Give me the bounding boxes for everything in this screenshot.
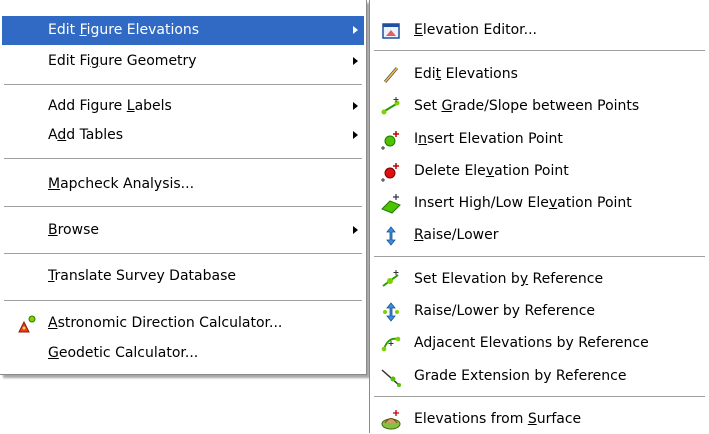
- menu-item-translate-survey-database[interactable]: Translate Survey Database: [2, 262, 364, 291]
- menu-separator: [4, 206, 362, 208]
- menu-item-label: Add Tables: [48, 127, 124, 143]
- menu-item-label: Set Grade/Slope between Points: [414, 98, 640, 114]
- submenu-arrow-icon: [353, 102, 358, 110]
- menu-separator: [374, 256, 705, 258]
- menu-item-astronomic-direction-calculator[interactable]: Astronomic Direction Calculator...: [2, 309, 364, 338]
- raise-lower-icon: [386, 226, 396, 246]
- insert-high-low-icon: [381, 194, 401, 214]
- menu-separator: [4, 158, 362, 160]
- menu-item-edit-elevations[interactable]: Edit Elevations: [372, 60, 707, 89]
- menu-item-label: Adjacent Elevations by Reference: [414, 335, 649, 351]
- menu-item-label: Elevations from Surface: [414, 411, 582, 427]
- menu-item-elevations-from-surface[interactable]: Elevations from Surface: [372, 405, 707, 434]
- menu-item-label: Insert Elevation Point: [414, 131, 563, 147]
- submenu-arrow-icon: [353, 26, 358, 34]
- menu-item-geodetic-calculator[interactable]: Geodetic Calculator...: [2, 339, 364, 368]
- menu-item-label: Edit Figure Elevations: [48, 22, 200, 38]
- menu-item-label: Astronomic Direction Calculator...: [48, 315, 283, 331]
- menu-item-insert-elevation-point[interactable]: Insert Elevation Point: [372, 125, 707, 154]
- menu-item-label: Raise/Lower by Reference: [414, 303, 596, 319]
- menu-separator: [374, 396, 705, 398]
- menu-item-label: Elevation Editor...: [414, 22, 537, 38]
- menu-item-insert-high-low-elevation-point[interactable]: Insert High/Low Elevation Point: [372, 189, 707, 218]
- menu-item-label: Set Elevation by Reference: [414, 271, 604, 287]
- menu-item-label: Add Figure Labels: [48, 98, 172, 114]
- menu-item-grade-extension-by-reference[interactable]: Grade Extension by Reference: [372, 362, 707, 391]
- menu-separator: [4, 300, 362, 302]
- astronomic-calculator-icon: [18, 315, 36, 333]
- menu-separator: [4, 253, 362, 255]
- adjacent-elevations-icon: [381, 336, 401, 352]
- menu-item-label: Translate Survey Database: [48, 268, 236, 284]
- menu-item-edit-figure-elevations[interactable]: Edit Figure Elevations: [2, 16, 364, 45]
- menu-item-label: Edit Elevations: [414, 66, 518, 82]
- menu-separator: [4, 84, 362, 86]
- elevations-from-surface-icon: [381, 410, 401, 430]
- menu-item-adjacent-elevations-by-reference[interactable]: Adjacent Elevations by Reference: [372, 329, 707, 358]
- menu-item-set-grade-slope[interactable]: Set Grade/Slope between Points: [372, 92, 707, 121]
- set-elevation-reference-icon: [382, 270, 399, 287]
- menu-item-label: Browse: [48, 222, 99, 238]
- elevation-editor-icon: [382, 23, 400, 39]
- menu-item-label: Edit Figure Geometry: [48, 53, 197, 69]
- menu-item-add-tables[interactable]: Add Tables: [2, 121, 364, 150]
- delete-elevation-point-icon: [381, 163, 399, 182]
- menu-item-set-elevation-by-reference[interactable]: Set Elevation by Reference: [372, 265, 707, 294]
- menu-item-label: Delete Elevation Point: [414, 163, 569, 179]
- submenu-arrow-icon: [353, 57, 358, 65]
- menu-item-label: Grade Extension by Reference: [414, 368, 627, 384]
- submenu-edit-figure-elevations: Elevation Editor... Edit Elevations Set …: [369, 0, 709, 433]
- menu-item-raise-lower[interactable]: Raise/Lower: [372, 221, 707, 250]
- context-menu: Edit Figure Elevations Edit Figure Geome…: [0, 0, 367, 375]
- menu-item-mapcheck-analysis[interactable]: Mapcheck Analysis...: [2, 170, 364, 199]
- menu-item-label: Mapcheck Analysis...: [48, 176, 195, 192]
- raise-lower-reference-icon: [383, 302, 399, 322]
- menu-separator: [374, 50, 705, 52]
- menu-item-label: Raise/Lower: [414, 227, 499, 243]
- menu-item-elevation-editor[interactable]: Elevation Editor...: [372, 16, 707, 45]
- submenu-arrow-icon: [353, 131, 358, 139]
- set-grade-slope-icon: [381, 97, 400, 115]
- menu-item-delete-elevation-point[interactable]: Delete Elevation Point: [372, 157, 707, 186]
- menu-item-label: Insert High/Low Elevation Point: [414, 195, 632, 211]
- menu-item-label: Geodetic Calculator...: [48, 345, 199, 361]
- menu-item-edit-figure-geometry[interactable]: Edit Figure Geometry: [2, 47, 364, 76]
- submenu-arrow-icon: [353, 226, 358, 234]
- menu-item-add-figure-labels[interactable]: Add Figure Labels: [2, 92, 364, 121]
- edit-elevations-icon: [383, 67, 399, 83]
- insert-elevation-point-icon: [381, 131, 399, 150]
- menu-item-browse[interactable]: Browse: [2, 216, 364, 245]
- menu-item-raise-lower-by-reference[interactable]: Raise/Lower by Reference: [372, 297, 707, 326]
- grade-extension-icon: [381, 369, 401, 387]
